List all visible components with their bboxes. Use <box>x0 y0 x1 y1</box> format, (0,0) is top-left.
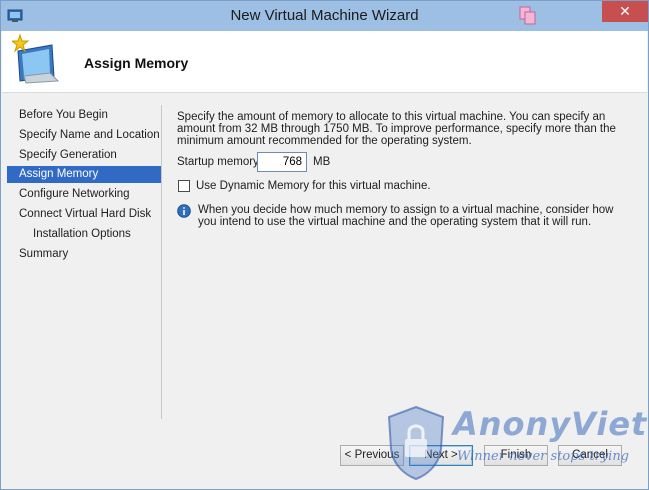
startup-memory-unit: MB <box>313 156 331 168</box>
wizard-window: New Virtual Machine Wizard ✕ Assign Memo… <box>0 0 649 490</box>
step-summary[interactable]: Summary <box>7 246 161 263</box>
memory-info-text: When you decide how much memory to assig… <box>198 204 614 228</box>
step-configure-networking[interactable]: Configure Networking <box>7 186 161 203</box>
step-installation-options[interactable]: Installation Options <box>7 226 161 243</box>
previous-button[interactable]: < Previous <box>340 445 404 466</box>
memory-description: Specify the amount of memory to allocate… <box>177 111 616 147</box>
step-before-you-begin[interactable]: Before You Begin <box>7 107 161 124</box>
new-vm-wizard-icon <box>12 33 60 84</box>
watermark-brand: AnonyViet <box>453 405 648 443</box>
close-button[interactable]: ✕ <box>602 1 648 22</box>
page-heading: Assign Memory <box>84 55 189 71</box>
step-specify-generation[interactable]: Specify Generation <box>7 147 161 164</box>
info-icon <box>177 204 191 218</box>
wizard-step-list: Before You Begin Specify Name and Locati… <box>7 105 162 419</box>
step-assign-memory[interactable]: Assign Memory <box>7 166 161 183</box>
step-connect-virtual-hard-disk[interactable]: Connect Virtual Hard Disk <box>7 206 161 223</box>
startup-memory-label: Startup memory: <box>177 156 262 168</box>
shield-lock-icon <box>387 405 445 481</box>
window-title: New Virtual Machine Wizard <box>230 7 419 24</box>
finish-button[interactable]: Finish <box>484 445 548 466</box>
startup-memory-input[interactable] <box>257 152 307 172</box>
next-button[interactable]: Next > <box>409 445 473 466</box>
step-specify-name-location[interactable]: Specify Name and Location <box>7 127 161 144</box>
dynamic-memory-checkbox[interactable] <box>178 180 190 192</box>
dynamic-memory-label[interactable]: Use Dynamic Memory for this virtual mach… <box>196 180 431 192</box>
header-banner: Assign Memory <box>2 31 647 93</box>
anonyviet-watermark: AnonyViet Winner never stops trying <box>373 401 649 487</box>
cancel-button[interactable]: Cancel <box>558 445 622 466</box>
title-bar: New Virtual Machine Wizard ✕ <box>1 1 648 31</box>
pink-app-icon <box>519 6 536 25</box>
